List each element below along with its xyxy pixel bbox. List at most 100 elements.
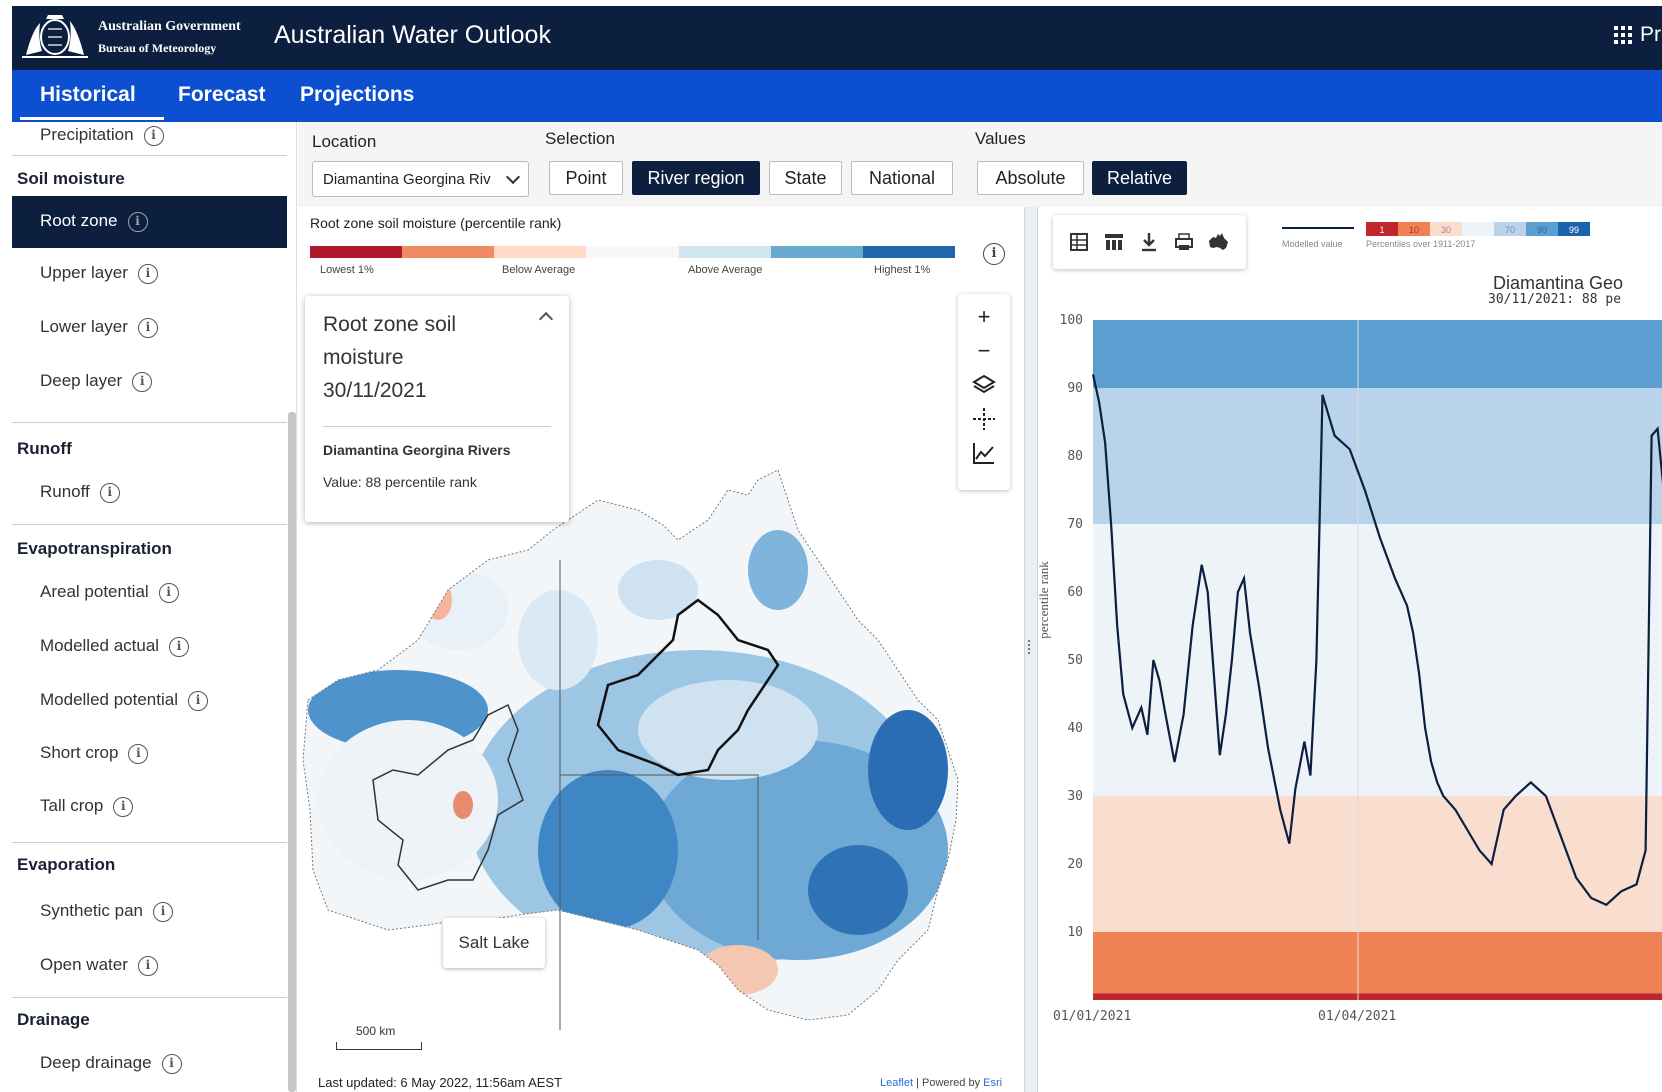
legend-mark-30: 30 (1441, 225, 1451, 235)
table-icon[interactable] (1067, 230, 1091, 254)
sidebar-item-synthetic-pan[interactable]: Synthetic pan i (12, 886, 287, 938)
info-icon[interactable]: i (128, 743, 149, 764)
variable-sidebar: Precipitation i Soil moisture Root zone i … (12, 122, 297, 1092)
map-legend-title: Root zone soil moisture (percentile rank… (310, 215, 562, 231)
info-icon[interactable]: i (153, 901, 174, 922)
sidebar-scrollbar[interactable] (288, 412, 296, 1092)
sidebar-item-label: Precipitation (40, 125, 134, 144)
sidebar-item-precipitation[interactable]: Precipitation i (12, 122, 287, 162)
sidebar-item-label: Modelled potential (40, 690, 178, 709)
info-icon[interactable]: i (137, 317, 158, 338)
y-tick-label: 10 (1067, 925, 1083, 940)
sidebar-item-tall-crop[interactable]: Tall crop i (12, 781, 287, 833)
location-select[interactable]: Diamantina Georgina Riv (312, 161, 529, 197)
layers-icon[interactable] (969, 370, 999, 400)
zoom-out-button[interactable]: − (969, 336, 999, 366)
last-updated-value: Last updated: 6 May 2022, 11:56am AEST (318, 1075, 563, 1090)
products-menu-label[interactable]: Pr (1640, 23, 1661, 47)
region-info-popup: Root zone soil moisture 30/11/2021 Diama… (305, 296, 569, 522)
sidebar-item-deep-layer[interactable]: Deep layer i (12, 356, 287, 408)
y-tick-label: 70 (1067, 517, 1083, 532)
info-icon[interactable]: i (113, 796, 134, 817)
collapse-chevron-icon[interactable] (538, 311, 554, 327)
info-icon[interactable]: i (187, 690, 208, 711)
place-label-salt-lake: Salt Lake (443, 918, 545, 968)
info-icon[interactable]: i (161, 1053, 182, 1074)
y-tick-label: 40 (1067, 721, 1083, 736)
sidebar-item-upper-layer[interactable]: Upper layer i (12, 248, 287, 300)
government-logo[interactable]: Australian Government Bureau of Meteorol… (18, 9, 248, 67)
y-axis-label: percentile rank (1038, 561, 1051, 639)
percentile-band (1093, 993, 1662, 1000)
move-crosshair-icon[interactable] (969, 404, 999, 434)
percentile-band (1093, 388, 1662, 524)
sidebar-item-lower-layer[interactable]: Lower layer i (12, 302, 287, 354)
print-icon[interactable] (1172, 230, 1196, 254)
legend-percentiles-label: Percentiles over 1911-2017 (1366, 239, 1475, 249)
leaflet-link[interactable]: Leaflet (880, 1077, 913, 1089)
sidebar-item-open-water[interactable]: Open water i (12, 940, 287, 992)
chart-line-icon[interactable] (969, 438, 999, 468)
section-heading-evapotranspiration: Evapotranspiration (17, 539, 172, 558)
sidebar-item-areal-potential[interactable]: Areal potential i (12, 567, 287, 619)
sidebar-item-label: Synthetic pan (40, 901, 144, 920)
sidebar-item-modelled-actual[interactable]: Modelled actual i (12, 621, 287, 673)
divider (12, 842, 287, 843)
popup-variable: Root zone soil moisture (323, 313, 457, 369)
sidebar-item-label: Tall crop (40, 796, 104, 815)
info-icon[interactable]: i (137, 955, 158, 976)
info-icon[interactable]: i (99, 482, 120, 503)
sidebar-item-label: Open water (40, 955, 128, 974)
legend-info-icon[interactable]: i (983, 243, 1005, 265)
map-attribution: Leaflet | Powered by Esri (880, 1077, 1002, 1089)
app-title: Australian Water Outlook (274, 21, 551, 49)
sidebar-item-root-zone[interactable]: Root zone i (12, 196, 287, 248)
y-tick-label: 80 (1067, 449, 1083, 464)
selection-river-region-button[interactable]: River region (632, 161, 760, 195)
splitter-handle-icon[interactable] (1028, 640, 1032, 654)
australia-map[interactable] (298, 470, 1024, 1070)
sidebar-item-deep-drainage[interactable]: Deep drainage i (12, 1038, 287, 1090)
divider (12, 422, 287, 423)
tab-historical[interactable]: Historical (20, 83, 164, 120)
grid-apps-icon[interactable] (1614, 26, 1632, 44)
percentile-band (1093, 796, 1662, 932)
info-icon[interactable]: i (169, 636, 190, 657)
section-heading-evaporation: Evaporation (17, 855, 116, 874)
download-icon[interactable] (1137, 230, 1161, 254)
selection-state-button[interactable]: State (769, 161, 842, 195)
attribution-separator: | Powered by (913, 1077, 984, 1089)
info-icon[interactable]: i (132, 371, 153, 392)
legend-label-lowest: Lowest 1% (320, 264, 374, 276)
sidebar-item-modelled-potential[interactable]: Modelled potential i (12, 675, 287, 727)
y-tick-label: 30 (1067, 789, 1083, 804)
sidebar-item-short-crop[interactable]: Short crop i (12, 728, 287, 780)
legend-band-mid (1462, 222, 1494, 236)
columns-icon[interactable] (1102, 230, 1126, 254)
sidebar-item-runoff[interactable]: Runoff i (12, 467, 287, 519)
percentile-band (1093, 932, 1662, 994)
tab-forecast[interactable]: Forecast (178, 83, 266, 107)
percentile-rank-chart[interactable]: 10 20 30 40 50 60 70 80 90 100 01/01/2021 01/04/20… (1038, 270, 1662, 1092)
esri-link[interactable]: Esri (983, 1077, 1002, 1089)
percentile-band (1093, 524, 1662, 796)
selection-national-button[interactable]: National (851, 161, 953, 195)
tab-projections[interactable]: Projections (300, 83, 414, 107)
info-icon[interactable]: i (158, 582, 179, 603)
australia-map-icon[interactable] (1206, 230, 1230, 254)
popup-region-name: Diamantina Georgina Rivers (323, 442, 511, 458)
sidebar-item-label: Areal potential (40, 582, 149, 601)
y-tick-label: 100 (1060, 313, 1083, 328)
selection-point-button[interactable]: Point (549, 161, 623, 195)
y-axis-ticks: 10 20 30 40 50 60 70 80 90 100 (1060, 313, 1083, 940)
scale-label: 500 km (356, 1024, 396, 1038)
info-icon[interactable]: i (127, 211, 148, 232)
map-toolbar: + − (958, 294, 1010, 490)
values-relative-button[interactable]: Relative (1092, 161, 1187, 195)
sidebar-item-label: Deep layer (40, 371, 123, 390)
info-icon[interactable]: i (143, 125, 164, 146)
zoom-in-button[interactable]: + (969, 302, 999, 332)
values-absolute-button[interactable]: Absolute (977, 161, 1084, 195)
percentile-band (1093, 320, 1662, 388)
info-icon[interactable]: i (137, 263, 158, 284)
